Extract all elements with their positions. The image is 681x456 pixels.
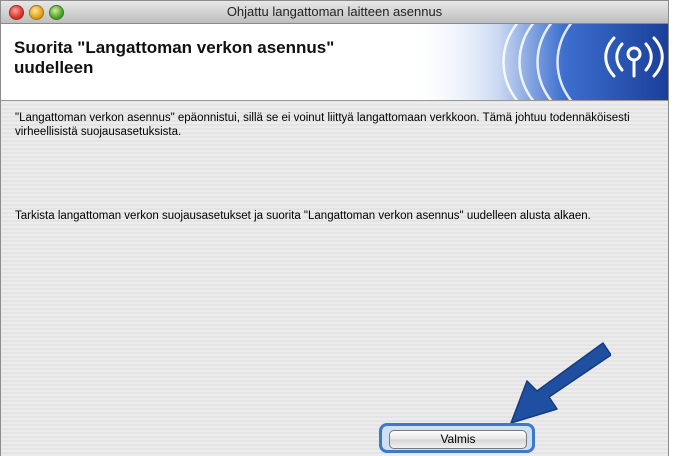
page-title: Suorita "Langattoman verkon asennus" uud… (14, 38, 414, 78)
finish-button[interactable]: Valmis (389, 430, 527, 449)
title-bar: Ohjattu langattoman laitteen asennus (1, 1, 668, 24)
window-title: Ohjattu langattoman laitteen asennus (226, 4, 443, 19)
pointer-arrow-icon (510, 342, 611, 424)
page-title-line-1: Suorita "Langattoman verkon asennus" (14, 38, 335, 57)
error-message-text: "Langattoman verkon asennus" epäonnistui… (15, 112, 630, 138)
header-banner (408, 24, 668, 100)
finish-button-focus-ring: Valmis (379, 423, 535, 453)
wizard-content: "Langattoman verkon asennus" epäonnistui… (1, 101, 668, 456)
instruction-text: Tarkista langattoman verkon suojausasetu… (15, 210, 591, 222)
installer-window: Ohjattu langattoman laitteen asennus Suo… (0, 0, 669, 456)
wizard-header: Suorita "Langattoman verkon asennus" uud… (1, 24, 668, 101)
page-title-line-2: uudelleen (14, 58, 94, 77)
